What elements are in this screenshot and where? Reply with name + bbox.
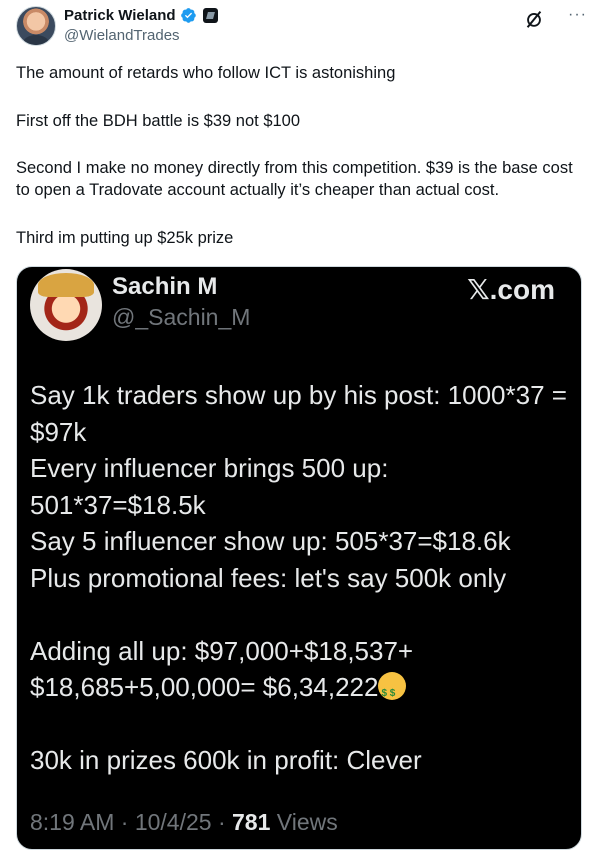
quoted-author-name: Sachin M [112,273,218,300]
quoted-line: Plus promotional fees: let's say 500k on… [30,562,507,593]
quoted-footer: 8:19 AM · 10/4/25 · 781 Views [30,809,338,836]
quoted-avatar-hat [38,273,94,297]
tweet-paragraph: The amount of retards who follow ICT is … [16,64,396,82]
money-mouth-face-icon [378,672,407,713]
quoted-sum-text: Adding all up: $97,000+$18,537+ $18,685+… [30,635,414,703]
quoted-author-handle: @_Sachin_M [112,304,251,330]
quoted-timestamp: 8:19 AM · 10/4/25 · [30,809,233,835]
verified-badge-icon [180,8,196,23]
grok-icon[interactable] [523,8,545,30]
quoted-views-count: 781 [232,809,271,835]
affiliate-badge-icon[interactable] [202,8,218,23]
quoted-line: Say 5 influencer show up: 505*37=$18.6k [30,526,511,556]
author-handle[interactable]: @WielandTrades [64,27,180,44]
more-icon[interactable]: ··· [568,6,587,24]
quoted-line-sum: Adding all up: $97,000+$18,537+ $18,685+… [30,633,570,713]
author-avatar[interactable] [16,6,56,46]
tweet-paragraph: Second I make no money directly from thi… [16,159,573,199]
embedded-screenshot[interactable]: Sachin M @_Sachin_M 𝕏.com Say 1k traders… [16,266,582,850]
tweet-paragraph: First off the BDH battle is $39 not $100 [16,111,301,130]
tweet-text: The amount of retards who follow ICT is … [16,62,582,249]
quoted-line: 30k in prizes 600k in profit: Clever [30,745,422,775]
tweet-header: Patrick Wieland @WielandTrades ··· [16,6,587,50]
author-display-name[interactable]: Patrick Wieland [64,7,176,24]
quoted-line: Say 1k traders show up by his post: 1000… [30,380,567,447]
tweet-paragraph: Third im putting up $25k prize [16,228,234,247]
quoted-views-label: Views [270,809,338,835]
author-name-line: Patrick Wieland [64,7,218,24]
x-brand-logo: 𝕏.com [467,274,555,305]
quoted-text: Say 1k traders show up by his post: 1000… [30,377,570,779]
quoted-line: Every influencer brings 500 up: 501*37=$… [30,453,389,520]
